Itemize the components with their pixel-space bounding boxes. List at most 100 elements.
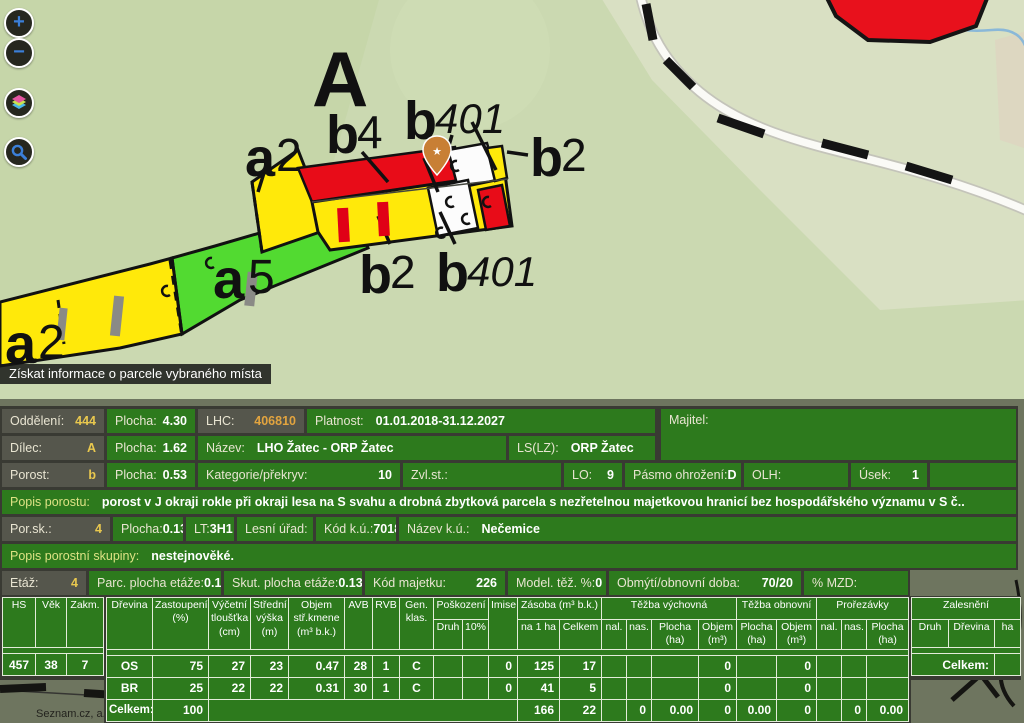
field-label: Dílec: xyxy=(10,441,42,455)
table-cell: 0.31 xyxy=(289,677,345,699)
col-group-header: Prořezávky xyxy=(817,598,909,620)
map-label: b xyxy=(436,243,469,303)
search-icon xyxy=(10,143,28,161)
map-label: b xyxy=(359,245,392,305)
field-value: 4.30 xyxy=(163,414,187,428)
table-cell: 0 xyxy=(699,699,737,721)
field-label: LT: xyxy=(194,522,210,536)
field-label: Název: xyxy=(206,441,245,455)
field-kategorie: Kategorie/překryv:10 xyxy=(198,463,400,487)
field-popis-porostu: Popis porostu:porost v J okraji rokle př… xyxy=(2,490,1016,514)
table-cell xyxy=(867,655,909,677)
map-label: 2 xyxy=(38,316,65,369)
field-etaz: Etáž:4 xyxy=(2,571,86,595)
minus-icon: − xyxy=(13,42,25,62)
col-header: Gen. klas. xyxy=(400,598,434,650)
table-cell xyxy=(434,655,463,677)
field-pasmo: Pásmo ohrožení:D xyxy=(625,463,741,487)
col-header: Střední výška (m) xyxy=(251,598,289,650)
table-cell: 125 xyxy=(518,655,560,677)
field-label: Oddělení: xyxy=(10,414,64,428)
stand-summary-table: HS Věk Zakm. 457 38 7 xyxy=(2,597,104,676)
layers-button[interactable] xyxy=(4,88,34,118)
table-cell: OS xyxy=(107,655,153,677)
col-header: Plocha (ha) xyxy=(867,620,909,650)
map-label: 401 xyxy=(435,95,505,142)
search-button[interactable] xyxy=(4,137,34,167)
col-header: Objem (m³) xyxy=(777,620,817,650)
zoom-out-button[interactable]: − xyxy=(4,38,34,68)
panel-row-popis-skupiny: Popis porostní skupiny:nestejnověké. xyxy=(2,544,1019,568)
col-header: AVB xyxy=(345,598,373,650)
col-header: Věk xyxy=(36,598,67,648)
table-cell xyxy=(463,655,489,677)
field-value: 0.13 xyxy=(163,522,183,536)
field-label: OLH: xyxy=(752,468,781,482)
col-header: nal. xyxy=(817,620,842,650)
map-label: b xyxy=(530,128,563,188)
col-header: Výčetní tloušťka (cm) xyxy=(209,598,251,650)
field-value: Nečemice xyxy=(482,522,540,536)
table-cell: 0.47 xyxy=(289,655,345,677)
field-filler xyxy=(930,463,1016,487)
field-model-tez: Model. těž. %:0 xyxy=(508,571,606,595)
field-value: 701882 xyxy=(373,522,396,536)
table-cell: 22 xyxy=(560,699,602,721)
field-value: 406810 xyxy=(254,414,296,428)
col-header: Plocha (ha) xyxy=(652,620,699,650)
col-header: Dřevina xyxy=(949,620,995,648)
field-obmyti: Obmýtí/obnovní doba:70/20 xyxy=(609,571,801,595)
table-cell xyxy=(652,655,699,677)
field-label: Majitel: xyxy=(669,413,709,427)
panel-row-popis-porostu: Popis porostu:porost v J okraji rokle př… xyxy=(2,490,1019,514)
field-kod-ku: Kód k.ú.:701882 xyxy=(316,517,396,541)
col-group-header: Těžba výchovná xyxy=(602,598,737,620)
field-label: Model. těž. %: xyxy=(516,576,595,590)
col-group-header: Zalesnění xyxy=(912,598,1021,620)
col-header: Dřevina xyxy=(107,598,153,650)
field-label: Zvl.st.: xyxy=(411,468,448,482)
table-cell: 41 xyxy=(518,677,560,699)
table-cell xyxy=(817,677,842,699)
col-header: nas. xyxy=(627,620,652,650)
header-row-groups: Dřevina Zastoupení (%) Výčetní tloušťka … xyxy=(107,598,909,620)
table-cell xyxy=(602,677,627,699)
field-value: 226 xyxy=(476,576,497,590)
field-label: Por.sk.: xyxy=(10,522,52,536)
field-plocha-oddeleni: Plocha:4.30 xyxy=(107,409,195,433)
panel-row-dilec: Dílec:A Plocha:1.62 Název:LHO Žatec - OR… xyxy=(2,436,658,460)
table-cell: 0 xyxy=(842,699,867,721)
table-cell: 0.00 xyxy=(652,699,699,721)
map-tooltip: Získat informace o parcele vybraného mís… xyxy=(0,364,271,384)
field-parc-plocha: Parc. plocha etáže:0.13 xyxy=(89,571,221,595)
field-value: 0.13 xyxy=(204,576,221,590)
zoom-in-button[interactable]: + xyxy=(4,8,34,38)
col-header: na 1 ha xyxy=(518,620,560,650)
field-majitel: Majitel: xyxy=(661,409,1016,460)
table-cell: 7 xyxy=(67,654,104,676)
field-label: Plocha: xyxy=(115,468,157,482)
map-label: b xyxy=(326,105,359,165)
table-cell: 0 xyxy=(627,699,652,721)
zalesneni-table: Zalesnění Druh Dřevina ha Celkem: xyxy=(911,597,1021,676)
table-cell: 0.00 xyxy=(867,699,909,721)
table-cell: 0 xyxy=(489,677,518,699)
table-cell xyxy=(842,655,867,677)
field-label: LS(LZ): xyxy=(517,441,559,455)
header-row-sub: Druh Dřevina ha xyxy=(912,620,1021,648)
field-platnost: Platnost:01.01.2018-31.12.2027 xyxy=(307,409,655,433)
field-value: A xyxy=(87,441,96,455)
table-cell xyxy=(817,655,842,677)
table-cell: 25 xyxy=(153,677,209,699)
field-value: ORP Žatec xyxy=(571,441,634,455)
layers-icon xyxy=(9,93,29,113)
field-label: Název k.ú.: xyxy=(407,522,470,536)
table-cell: 1 xyxy=(373,677,400,699)
field-label: LHC: xyxy=(206,414,234,428)
field-label: Popis porostní skupiny: xyxy=(10,549,139,563)
field-label: Kód majetku: xyxy=(373,576,446,590)
field-plocha-dilec: Plocha:1.62 xyxy=(107,436,195,460)
col-header: nal. xyxy=(602,620,627,650)
table-cell: 0 xyxy=(777,655,817,677)
table-cell: 0 xyxy=(699,655,737,677)
